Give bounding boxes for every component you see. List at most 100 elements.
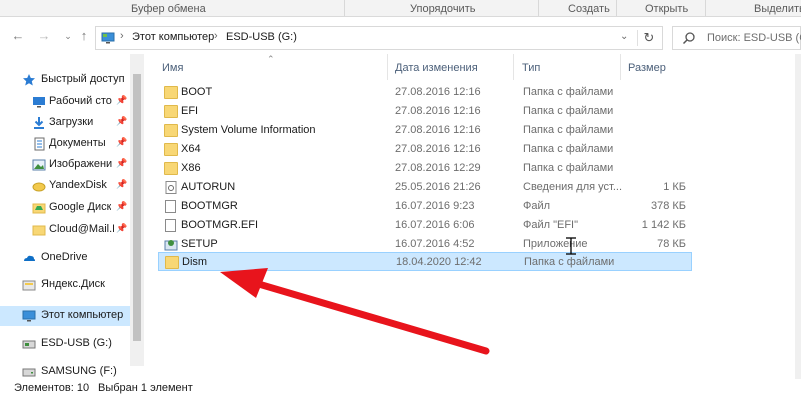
column-divider[interactable]: [620, 54, 621, 80]
file-row[interactable]: X86 27.08.2016 12:29 Папка с файлами: [158, 159, 692, 178]
breadcrumb-esd-usb[interactable]: ESD-USB (G:): [226, 31, 297, 43]
ribbon-group-clipboard: Буфер обмена: [131, 3, 206, 15]
status-bar: Элементов: 10 Выбран 1 элемент: [0, 379, 801, 399]
file-type: Сведения для уст...: [523, 181, 623, 193]
nav-item-downloads[interactable]: Загрузки 📌: [0, 113, 146, 133]
desktop-icon: [33, 97, 45, 108]
ribbon-divider: [538, 0, 539, 16]
file-size: 1 142 КБ: [641, 219, 686, 231]
pictures-icon: [32, 159, 46, 171]
googledrive-icon: [32, 203, 46, 214]
computer-icon: [22, 310, 36, 322]
address-bar-row: ← → ⌄ ↑ › Этот компьютер › ESD-USB (G:) …: [0, 18, 801, 54]
file-date: 27.08.2016 12:16: [395, 105, 481, 117]
file-row[interactable]: AUTORUN 25.05.2016 21:26 Сведения для ус…: [158, 178, 692, 197]
pin-icon: 📌: [116, 179, 128, 189]
file-type: Папка с файлами: [524, 256, 615, 268]
ribbon-divider: [616, 0, 617, 16]
file-row[interactable]: System Volume Information 27.08.2016 12:…: [158, 121, 692, 140]
nav-item-documents[interactable]: Документы 📌: [0, 134, 146, 154]
nav-item-this-pc[interactable]: Этот компьютер: [0, 306, 130, 326]
file-date: 16.07.2016 9:23: [395, 200, 475, 212]
ribbon-group-labels: Буфер обмена Упорядочить Создать Открыть…: [0, 0, 801, 17]
column-header-date[interactable]: Дата изменения: [391, 54, 514, 80]
nav-item-yandex-disk[interactable]: Яндекс.Диск: [0, 275, 146, 295]
forward-arrow-icon[interactable]: →: [36, 28, 52, 44]
nav-item-google-drive[interactable]: Google Диск 📌: [0, 198, 146, 218]
setup-app-icon: [164, 240, 178, 251]
file-type: Папка с файлами: [523, 86, 614, 98]
folder-icon: [165, 256, 179, 269]
usb-drive-icon: [22, 340, 36, 349]
file-name: BOOTMGR: [181, 200, 238, 212]
breadcrumb-this-pc[interactable]: Этот компьютер: [132, 31, 214, 43]
nav-item-yandexdisk[interactable]: YandexDisk 📌: [0, 176, 146, 196]
refresh-icon[interactable]: ↻: [641, 30, 657, 46]
address-divider: [637, 30, 638, 46]
back-arrow-icon[interactable]: ←: [10, 28, 26, 44]
file-type: Папка с файлами: [523, 143, 614, 155]
ribbon-group-new: Создать: [568, 3, 610, 15]
yandex-disk-icon: [22, 280, 36, 291]
ribbon-divider: [705, 0, 706, 16]
file-row[interactable]: BOOTMGR.EFI 16.07.2016 6:06 Файл "EFI" 1…: [158, 216, 692, 235]
nav-item-onedrive[interactable]: OneDrive: [0, 248, 146, 268]
yandexdisk-icon: [32, 182, 46, 192]
search-box[interactable]: Поиск: ESD-USB (G:): [672, 26, 801, 50]
folder-icon: [164, 86, 178, 99]
navigation-pane: Быстрый доступ Рабочий сто 📌 Загрузки 📌 …: [0, 54, 146, 379]
file-type: Приложение: [523, 238, 588, 250]
navigation-scrollbar[interactable]: [130, 54, 144, 366]
column-header-size[interactable]: Размер: [625, 54, 693, 80]
file-row[interactable]: BOOTMGR 16.07.2016 9:23 Файл 378 КБ: [158, 197, 692, 216]
file-row[interactable]: X64 27.08.2016 12:16 Папка с файлами: [158, 140, 692, 159]
file-type: Папка с файлами: [523, 124, 614, 136]
pin-icon: 📌: [116, 223, 128, 233]
nav-item-samsung[interactable]: SAMSUNG (F:): [0, 362, 146, 379]
search-icon: [682, 32, 695, 45]
file-size: 378 КБ: [650, 200, 686, 212]
file-type: Папка с файлами: [523, 105, 614, 117]
column-header-name[interactable]: Имя: [158, 54, 388, 80]
status-selection: Выбран 1 элемент: [98, 382, 193, 394]
pin-icon: 📌: [116, 158, 128, 168]
file-row[interactable]: EFI 27.08.2016 12:16 Папка с файлами: [158, 102, 692, 121]
column-header-type[interactable]: Тип: [518, 54, 621, 80]
address-dropdown-icon[interactable]: ⌄: [620, 31, 628, 42]
address-bar[interactable]: › Этот компьютер › ESD-USB (G:) ⌄ ↻: [95, 26, 663, 50]
download-icon: [34, 117, 44, 129]
file-date: 18.04.2020 12:42: [396, 256, 482, 268]
file-row[interactable]: BOOT 27.08.2016 12:16 Папка с файлами: [158, 83, 692, 102]
content-scrollbar-track[interactable]: [795, 54, 801, 379]
computer-icon: [101, 32, 115, 44]
up-arrow-icon[interactable]: ↑: [76, 28, 92, 44]
ribbon-group-select: Выделить: [754, 3, 801, 15]
folder-icon: [32, 225, 46, 236]
file-type: Папка с файлами: [523, 162, 614, 174]
nav-item-esd-usb[interactable]: ESD-USB (G:): [0, 334, 146, 354]
file-list: ⌃ Имя Дата изменения Тип Размер BOOT 27.…: [146, 54, 801, 379]
drive-icon: [22, 368, 36, 377]
file-date: 27.08.2016 12:16: [395, 86, 481, 98]
file-date: 27.08.2016 12:16: [395, 143, 481, 155]
scrollbar-thumb[interactable]: [133, 74, 141, 341]
nav-item-desktop[interactable]: Рабочий сто 📌: [0, 92, 146, 112]
file-size: 1 КБ: [663, 181, 686, 193]
nav-item-pictures[interactable]: Изображени 📌: [0, 155, 146, 175]
file-row-selected[interactable]: Dism 18.04.2020 12:42 Папка с файлами: [158, 252, 692, 271]
file-date: 27.08.2016 12:16: [395, 124, 481, 136]
column-divider[interactable]: [387, 54, 388, 80]
ribbon-group-organize: Упорядочить: [410, 3, 476, 15]
file-name: Dism: [182, 256, 208, 268]
pin-icon: 📌: [116, 201, 128, 211]
onedrive-icon: [24, 255, 35, 261]
pin-icon: 📌: [116, 116, 128, 126]
file-date: 16.07.2016 4:52: [395, 238, 475, 250]
pin-icon: 📌: [116, 137, 128, 147]
nav-item-cloud-mail[interactable]: Cloud@Mail.F 📌: [0, 220, 146, 240]
column-divider[interactable]: [513, 54, 514, 80]
documents-icon: [34, 137, 45, 151]
nav-item-quick-access[interactable]: Быстрый доступ: [0, 70, 146, 90]
setup-info-icon: [165, 181, 177, 194]
recent-locations-chevron-icon[interactable]: ⌄: [60, 28, 76, 44]
